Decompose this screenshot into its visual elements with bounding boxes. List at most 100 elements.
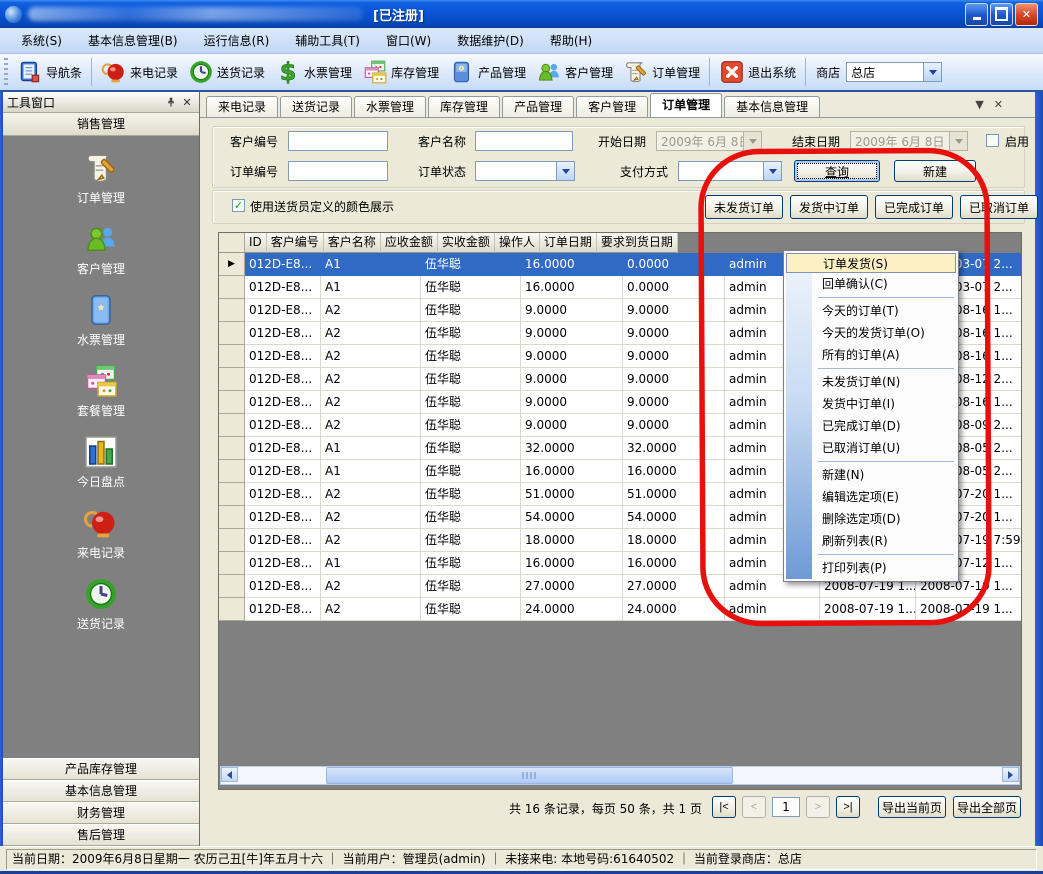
toolbar-button[interactable]: 退出系统 — [714, 57, 801, 87]
end-date-picker[interactable]: 2009年 6月 8日 — [850, 131, 968, 151]
pay-method-arrow[interactable] — [763, 162, 781, 180]
next-page-button[interactable]: > — [806, 796, 830, 818]
grid-column-header[interactable]: 操作人 — [495, 233, 540, 253]
menubar-item[interactable]: 数据维护(D) — [444, 28, 537, 53]
tab[interactable]: 送货记录 — [280, 96, 352, 117]
toolbar-button[interactable] — [709, 58, 710, 86]
context-menu-item[interactable]: 已完成订单(D) — [786, 415, 956, 437]
sidebar-group-button[interactable]: 产品库存管理 — [3, 758, 199, 780]
tab-list-dropdown-icon[interactable]: ▼ — [975, 98, 983, 111]
horizontal-scrollbar[interactable] — [220, 766, 1020, 785]
start-date-arrow[interactable] — [743, 132, 761, 150]
order-status-combobox[interactable] — [475, 161, 575, 181]
first-page-button[interactable]: |< — [712, 796, 736, 818]
tab[interactable]: 产品管理 — [502, 96, 574, 117]
toolbar-button[interactable]: 水票管理 — [270, 57, 357, 87]
export-all-pages-button[interactable]: 导出全部页 — [953, 796, 1021, 818]
menubar-item[interactable]: 窗口(W) — [373, 28, 444, 53]
context-menu-item[interactable]: 已取消订单(U) — [786, 437, 956, 459]
context-menu-item[interactable]: 编辑选定项(E) — [786, 486, 956, 508]
page-number-input[interactable] — [772, 797, 800, 817]
context-menu-item[interactable]: 回单确认(C) — [786, 273, 956, 295]
maximize-button[interactable] — [990, 3, 1013, 26]
tab[interactable]: 基本信息管理 — [724, 96, 820, 117]
customer-name-input[interactable] — [475, 131, 573, 151]
grid-column-header[interactable]: 订单日期 — [540, 233, 597, 253]
toolbar-button[interactable] — [91, 58, 92, 86]
sidebar-group-sales[interactable]: 销售管理 — [3, 113, 199, 136]
pay-method-combobox[interactable] — [678, 161, 782, 181]
toolbar-button[interactable] — [805, 58, 806, 86]
tab[interactable]: 库存管理 — [428, 96, 500, 117]
sidebar-shortcut[interactable]: 来电记录 — [77, 505, 125, 561]
sidebar-shortcut[interactable]: 套餐管理 — [77, 363, 125, 419]
context-menu-item[interactable]: 所有的订单(A) — [786, 344, 956, 366]
tool-window-close-button[interactable]: ✕ — [179, 94, 195, 110]
customer-no-input[interactable] — [288, 131, 388, 151]
export-current-page-button[interactable]: 导出当前页 — [878, 796, 946, 818]
context-menu-item[interactable]: 发货中订单(I) — [786, 393, 956, 415]
order-no-input[interactable] — [288, 161, 388, 181]
context-menu-item[interactable]: 今天的订单(T) — [786, 300, 956, 322]
sidebar-group-button[interactable]: 财务管理 — [3, 802, 199, 824]
grid-column-header[interactable]: 要求到货日期 — [597, 233, 678, 253]
sidebar-shortcut[interactable]: 订单管理 — [77, 150, 125, 206]
order-status-filter-button[interactable]: 已完成订单 — [875, 195, 953, 219]
scrollbar-thumb[interactable] — [326, 767, 733, 784]
start-date-picker[interactable]: 2009年 6月 8日 — [656, 131, 762, 151]
scroll-left-arrow[interactable] — [221, 767, 238, 782]
enable-checkbox[interactable]: ✓ — [986, 134, 999, 147]
sidebar-shortcut[interactable]: 客户管理 — [77, 221, 125, 277]
toolbar-button[interactable]: 订单管理 — [618, 57, 705, 87]
context-menu-item[interactable]: 订单发货(S) — [786, 253, 956, 273]
menubar-item[interactable]: 运行信息(R) — [191, 28, 283, 53]
color-display-checkbox[interactable]: ✓ — [232, 199, 245, 212]
order-status-filter-button[interactable]: 发货中订单 — [790, 195, 868, 219]
context-menu-item[interactable]: 未发货订单(N) — [786, 371, 956, 393]
prev-page-button[interactable]: < — [742, 796, 766, 818]
table-row[interactable]: 012D-E8... A2 伍华聪 24.0000 24.0000 admin … — [219, 598, 1022, 621]
sidebar-shortcut[interactable]: 今日盘点 — [77, 434, 125, 490]
sidebar-shortcut[interactable]: 水票管理 — [77, 292, 125, 348]
context-menu-item[interactable]: 今天的发货订单(O) — [786, 322, 956, 344]
last-page-button[interactable]: >| — [836, 796, 860, 818]
scroll-right-arrow[interactable] — [1002, 767, 1019, 782]
grid-column-header[interactable]: 客户编号 — [267, 233, 324, 253]
tab[interactable]: 客户管理 — [576, 96, 648, 117]
color-display-checkbox-label[interactable]: 使用送货员定义的颜色展示 — [250, 196, 394, 218]
toolbar-button[interactable]: 客户管理 — [531, 57, 618, 87]
tab[interactable]: 来电记录 — [206, 96, 278, 117]
toolbar-button[interactable]: 送货记录 — [183, 57, 270, 87]
toolbar-button[interactable]: 来电记录 — [96, 57, 183, 87]
menubar-item[interactable]: 基本信息管理(B) — [75, 28, 191, 53]
order-status-arrow[interactable] — [556, 162, 574, 180]
menubar-item[interactable]: 系统(S) — [8, 28, 75, 53]
minimize-button[interactable] — [965, 3, 988, 26]
sidebar-group-button[interactable]: 售后管理 — [3, 824, 199, 846]
tab[interactable]: 订单管理 — [650, 93, 722, 117]
menubar-item[interactable]: 辅助工具(T) — [282, 28, 373, 53]
toolbar-button[interactable]: 产品管理 — [444, 57, 531, 87]
order-status-filter-button[interactable]: 已取消订单 — [960, 195, 1038, 219]
toolbar-grip[interactable] — [4, 58, 8, 86]
order-status-filter-button[interactable]: 未发货订单 — [705, 195, 783, 219]
toolbar-button[interactable]: 导航条 — [12, 57, 87, 87]
tab[interactable]: 水票管理 — [354, 96, 426, 117]
context-menu-item[interactable]: 刷新列表(R) — [786, 530, 956, 552]
pin-button[interactable] — [163, 94, 179, 110]
tab-close-icon[interactable]: ✕ — [994, 98, 1003, 111]
context-menu-item[interactable]: 打印列表(P) — [786, 557, 956, 579]
sidebar-group-button[interactable]: 基本信息管理 — [3, 780, 199, 802]
new-button[interactable]: 新建 — [894, 160, 976, 182]
enable-checkbox-label[interactable]: 启用 — [1005, 131, 1029, 153]
sidebar-shortcut[interactable]: 送货记录 — [77, 576, 125, 632]
end-date-arrow[interactable] — [949, 132, 967, 150]
query-button[interactable]: 查询 — [794, 160, 880, 182]
grid-column-header[interactable]: 应收金额 — [381, 233, 438, 253]
close-button[interactable]: ✕ — [1015, 3, 1038, 26]
grid-column-header[interactable]: 客户名称 — [324, 233, 381, 253]
menubar-item[interactable]: 帮助(H) — [537, 28, 605, 53]
context-menu-item[interactable]: 删除选定项(D) — [786, 508, 956, 530]
grid-column-header[interactable]: 实收金额 — [438, 233, 495, 253]
grid-column-header[interactable]: ID — [245, 233, 267, 253]
